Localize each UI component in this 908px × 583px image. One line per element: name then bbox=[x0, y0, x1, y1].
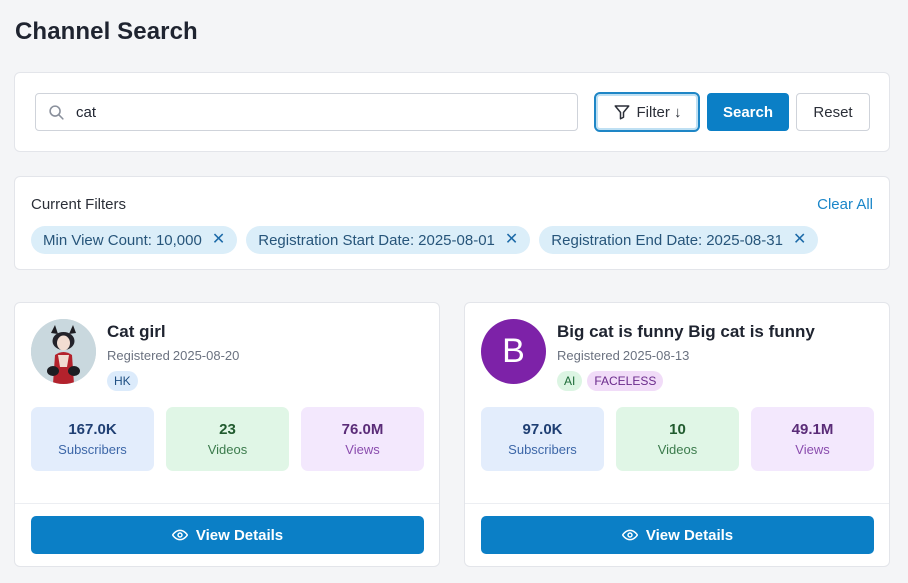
current-filters-label: Current Filters bbox=[31, 196, 127, 213]
stat-label: Videos bbox=[207, 442, 248, 457]
channel-name[interactable]: Cat girl bbox=[107, 322, 166, 342]
filter-chip-registration-end-date: Registration End Date: 2025-08-31 ✕ bbox=[539, 226, 819, 254]
filter-chip-registration-start-date: Registration Start Date: 2025-08-01 ✕ bbox=[246, 226, 531, 254]
view-details-label: View Details bbox=[645, 526, 734, 544]
page-title: Channel Search bbox=[15, 18, 198, 45]
close-icon[interactable]: ✕ bbox=[505, 232, 518, 248]
search-input[interactable] bbox=[76, 103, 546, 121]
stat-value: 97.0K bbox=[522, 421, 563, 438]
tag-list: HK bbox=[107, 371, 138, 391]
tag-badge: AI bbox=[557, 371, 583, 391]
filter-icon bbox=[614, 105, 629, 120]
close-icon[interactable]: ✕ bbox=[212, 232, 225, 248]
filter-chip-list: Min View Count: 10,000 ✕ Registration St… bbox=[31, 226, 819, 254]
avatar-photo bbox=[31, 319, 96, 384]
views-stat: 76.0M Views bbox=[301, 407, 424, 471]
avatar-letter: B bbox=[502, 332, 525, 370]
stat-value: 167.0K bbox=[68, 421, 117, 438]
videos-stat: 23 Videos bbox=[166, 407, 289, 471]
subscribers-stat: 167.0K Subscribers bbox=[31, 407, 154, 471]
stat-value: 76.0M bbox=[341, 421, 384, 438]
subscribers-stat: 97.0K Subscribers bbox=[481, 407, 604, 471]
stat-value: 49.1M bbox=[791, 421, 834, 438]
chip-label: Registration Start Date: bbox=[258, 231, 415, 249]
channel-avatar bbox=[31, 319, 96, 384]
chip-label: Registration End Date: bbox=[551, 231, 703, 249]
filter-chip-min-view-count: Min View Count: 10,000 ✕ bbox=[31, 226, 238, 254]
registered-label: Registered bbox=[107, 348, 170, 363]
chip-label: Min View Count: bbox=[43, 231, 152, 249]
tag-list: AI FACELESS bbox=[557, 371, 664, 391]
stat-value: 23 bbox=[219, 421, 236, 438]
channel-card: B Big cat is funny Big cat is funny Regi… bbox=[464, 302, 890, 567]
views-stat: 49.1M Views bbox=[751, 407, 874, 471]
reset-button[interactable]: Reset bbox=[796, 93, 870, 131]
registered-value: 2025-08-20 bbox=[172, 348, 240, 363]
channel-card: Cat girl Registered 2025-08-20 HK 167.0K … bbox=[14, 302, 440, 567]
chip-value: 2025-08-01 bbox=[418, 231, 495, 249]
stat-label: Subscribers bbox=[508, 442, 577, 457]
channel-name[interactable]: Big cat is funny Big cat is funny bbox=[557, 322, 815, 342]
view-details-button[interactable]: View Details bbox=[31, 516, 424, 554]
registered-label: Registered bbox=[557, 348, 620, 363]
registered-value: 2025-08-13 bbox=[622, 348, 690, 363]
search-icon bbox=[49, 104, 64, 120]
eye-icon bbox=[171, 529, 188, 541]
videos-stat: 10 Videos bbox=[616, 407, 739, 471]
search-field[interactable] bbox=[35, 93, 578, 131]
tag-badge: HK bbox=[107, 371, 138, 391]
close-icon[interactable]: ✕ bbox=[793, 232, 806, 248]
registered-date: Registered 2025-08-20 bbox=[107, 348, 239, 363]
stat-label: Views bbox=[345, 442, 380, 457]
filter-button[interactable]: Filter ↓ bbox=[594, 92, 700, 132]
filter-button-label: Filter ↓ bbox=[636, 103, 682, 121]
channel-avatar: B bbox=[481, 319, 546, 384]
clear-all-link[interactable]: Clear All bbox=[817, 196, 873, 213]
stats-row: 167.0K Subscribers 23 Videos 76.0M Views bbox=[31, 407, 424, 471]
stat-label: Subscribers bbox=[58, 442, 127, 457]
stat-label: Videos bbox=[657, 442, 698, 457]
stat-label: Views bbox=[795, 442, 830, 457]
registered-date: Registered 2025-08-13 bbox=[557, 348, 689, 363]
stats-row: 97.0K Subscribers 10 Videos 49.1M Views bbox=[481, 407, 874, 471]
view-details-label: View Details bbox=[195, 526, 284, 544]
chip-value: 2025-08-31 bbox=[706, 231, 783, 249]
tag-badge: FACELESS bbox=[587, 371, 664, 391]
search-panel: Filter ↓ Search Reset bbox=[14, 72, 890, 152]
card-divider bbox=[15, 503, 439, 504]
current-filters-panel: Current Filters Clear All Min View Count… bbox=[14, 176, 890, 270]
chip-value: 10,000 bbox=[155, 231, 202, 249]
view-details-button[interactable]: View Details bbox=[481, 516, 874, 554]
search-button[interactable]: Search bbox=[707, 93, 789, 131]
card-divider bbox=[465, 503, 889, 504]
eye-icon bbox=[621, 529, 638, 541]
stat-value: 10 bbox=[669, 421, 686, 438]
